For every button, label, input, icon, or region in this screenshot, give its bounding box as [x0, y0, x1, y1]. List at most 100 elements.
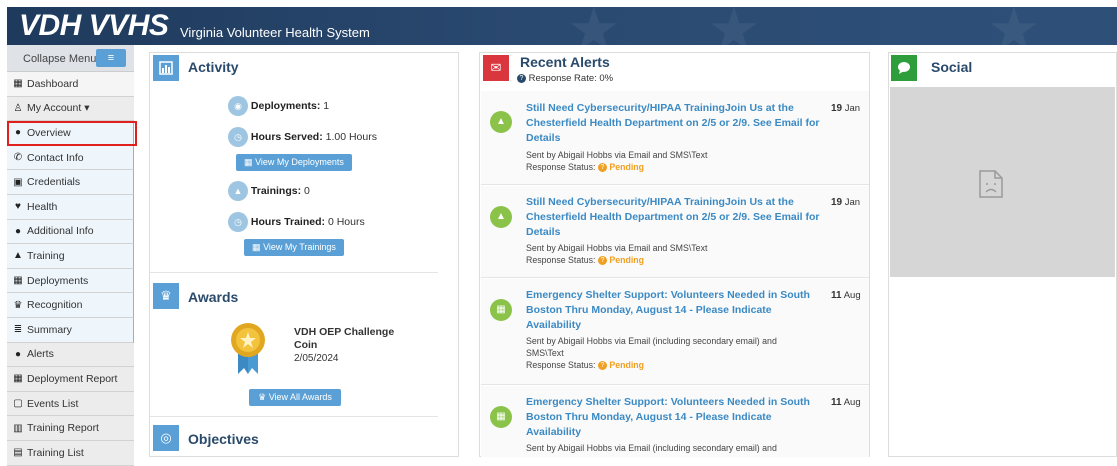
camera-icon: ◉ — [228, 96, 248, 116]
sidebar-item-deployments[interactable]: ▦ Deployments — [7, 268, 134, 294]
divider — [150, 416, 438, 417]
trophy-icon: ♛ — [13, 299, 23, 311]
sidebar-item-training-report[interactable]: ▥ Training Report — [7, 416, 134, 441]
sidebar-item-label: Training — [27, 249, 65, 262]
award-date: 2/05/2024 — [294, 353, 339, 364]
calendar-icon: ▦ — [490, 406, 512, 428]
user-icon: ♙ — [13, 102, 23, 114]
alert-item[interactable]: ▲ Still Need Cybersecurity/HIPAA Trainin… — [481, 186, 869, 278]
info-icon: ● — [14, 225, 22, 237]
activity-title: Activity — [188, 59, 239, 75]
graduation-cap-icon: ▲ — [13, 250, 23, 262]
sidebar-item-additional-info[interactable]: ● Additional Info — [7, 219, 134, 245]
alerts-badge: ✉ — [483, 55, 509, 81]
trophy-icon: ♛ — [258, 392, 269, 402]
calendar-icon: ▦ — [244, 157, 256, 167]
alert-title[interactable]: Emergency Shelter Support: Volunteers Ne… — [526, 288, 826, 333]
heart-icon: ♥ — [15, 201, 21, 213]
alert-item[interactable]: ▦ Emergency Shelter Support: Volunteers … — [481, 386, 869, 457]
sidebar-item-label: Deployments — [27, 274, 89, 287]
bank-icon: ▥ — [13, 422, 23, 434]
alert-item[interactable]: ▲ Still Need Cybersecurity/HIPAA Trainin… — [481, 91, 869, 185]
deployments-label: Deployments: — [250, 99, 321, 112]
medal-icon — [231, 323, 265, 374]
sidebar-item-label: Summary — [27, 323, 72, 336]
alert-meta: Sent by Abigail Hobbs via Email and SMS\… — [526, 150, 708, 173]
pending-icon: ? — [597, 163, 607, 173]
phone-icon: ✆ — [13, 152, 23, 164]
alert-date: 11 Aug — [831, 290, 861, 301]
sidebar-item-events-list[interactable]: ▢ Events List — [7, 391, 134, 417]
sidebar-item-summary[interactable]: ≣ Summary — [7, 317, 134, 343]
sidebar-item-label: Contact Info — [27, 151, 84, 164]
hours-trained-label: Hours Trained: — [250, 215, 326, 228]
overview-highlight-box — [7, 121, 137, 146]
alert-date: 19 Jan — [831, 197, 861, 208]
alert-date: 11 Aug — [831, 397, 861, 408]
collapse-menu-button[interactable]: ≡ — [96, 49, 126, 67]
sidebar-item-label: Deployment Report — [27, 372, 118, 385]
sidebar-item-label: Health — [27, 200, 58, 213]
alert-date: 19 Jan — [831, 103, 861, 114]
hours-served-stat: ◷ Hours Served: 1.00 Hours — [228, 127, 377, 147]
alert-meta: Sent by Abigail Hobbs via Email and SMS\… — [526, 243, 708, 266]
question-icon: ? — [517, 73, 526, 83]
activity-badge — [153, 55, 179, 81]
sidebar-item-label: Credentials — [27, 176, 81, 189]
alert-title[interactable]: Still Need Cybersecurity/HIPAA TrainingJ… — [526, 101, 826, 146]
sidebar-item-contact-info[interactable]: ✆ Contact Info — [7, 145, 134, 171]
alert-meta: Sent by Abigail Hobbs via Email (includi… — [526, 336, 777, 371]
hours-trained-value: 0 Hours — [327, 215, 365, 228]
app-header: ★ ★ ★ VDH VVHS Virginia Volunteer Health… — [7, 7, 1117, 45]
chat-bubble-icon: ● — [14, 348, 22, 360]
sidebar-item-credentials[interactable]: ▣ Credentials — [7, 170, 134, 195]
trainings-value: 0 — [304, 184, 310, 197]
objectives-badge: ◎ — [153, 425, 179, 451]
social-feed-placeholder — [890, 87, 1115, 277]
sidebar-item-health[interactable]: ♥ Health — [7, 194, 134, 220]
sidebar: Collapse Menu ≡ ▦ Dashboard ♙ My Account ▾… — [7, 45, 134, 466]
alert-title[interactable]: Still Need Cybersecurity/HIPAA TrainingJ… — [526, 195, 826, 240]
collapse-menu-label: Collapse Menu — [23, 53, 97, 65]
objectives-title: Objectives — [188, 431, 259, 447]
list-icon: ≣ — [13, 324, 23, 336]
sidebar-item-dashboard[interactable]: ▦ Dashboard — [7, 72, 134, 97]
view-trainings-button[interactable]: ▦ View My Trainings — [244, 239, 344, 256]
bar-chart-icon — [159, 61, 173, 75]
deployments-stat: ◉ Deployments: 1 — [228, 96, 329, 116]
award-name: VDH OEP Challenge Coin — [294, 326, 395, 351]
broken-document-icon — [979, 170, 1003, 198]
status-badge: Pending — [609, 255, 645, 265]
social-badge — [891, 55, 917, 81]
graduation-cap-icon: ▲ — [228, 181, 248, 201]
alert-title[interactable]: Emergency Shelter Support: Volunteers Ne… — [526, 395, 826, 440]
social-title: Social — [931, 59, 973, 75]
calendar-icon: ▦ — [13, 373, 23, 385]
pending-icon: ? — [597, 361, 607, 371]
chat-bubble-icon — [898, 62, 910, 74]
sidebar-item-training[interactable]: ▲ Training — [7, 244, 134, 269]
sidebar-item-alerts[interactable]: ● Alerts — [7, 342, 134, 368]
brand-logo[interactable]: VDH VVHS — [19, 9, 169, 43]
hours-served-label: Hours Served: — [250, 130, 323, 143]
sidebar-item-label: Training Report — [27, 422, 99, 435]
divider — [150, 272, 438, 273]
calendar-outline-icon: ▢ — [13, 398, 23, 410]
clock-icon: ◷ — [228, 127, 248, 147]
hours-trained-stat: ◷ Hours Trained: 0 Hours — [228, 212, 365, 232]
sidebar-item-label: Alerts — [27, 348, 54, 361]
alert-item[interactable]: ▦ Emergency Shelter Support: Volunteers … — [481, 279, 869, 385]
calendar-icon: ▦ — [13, 275, 23, 287]
sidebar-item-my-account[interactable]: ♙ My Account ▾ — [7, 96, 134, 122]
brand-subtitle: Virginia Volunteer Health System — [180, 25, 370, 40]
sidebar-item-label: My Account ▾ — [27, 102, 90, 115]
view-all-awards-button[interactable]: ♛ View All Awards — [249, 389, 341, 406]
collapse-menu: Collapse Menu ≡ — [7, 45, 134, 72]
sidebar-item-deployment-report[interactable]: ▦ Deployment Report — [7, 367, 134, 392]
status-badge: Pending — [609, 360, 645, 370]
view-deployments-button[interactable]: ▦ View My Deployments — [236, 154, 352, 171]
sidebar-item-recognition[interactable]: ♛ Recognition — [7, 293, 134, 318]
response-rate: ? Response Rate: 0% — [517, 73, 613, 84]
recent-alerts-title: Recent Alerts — [520, 54, 610, 70]
sidebar-item-training-list[interactable]: ▤ Training List — [7, 440, 134, 466]
